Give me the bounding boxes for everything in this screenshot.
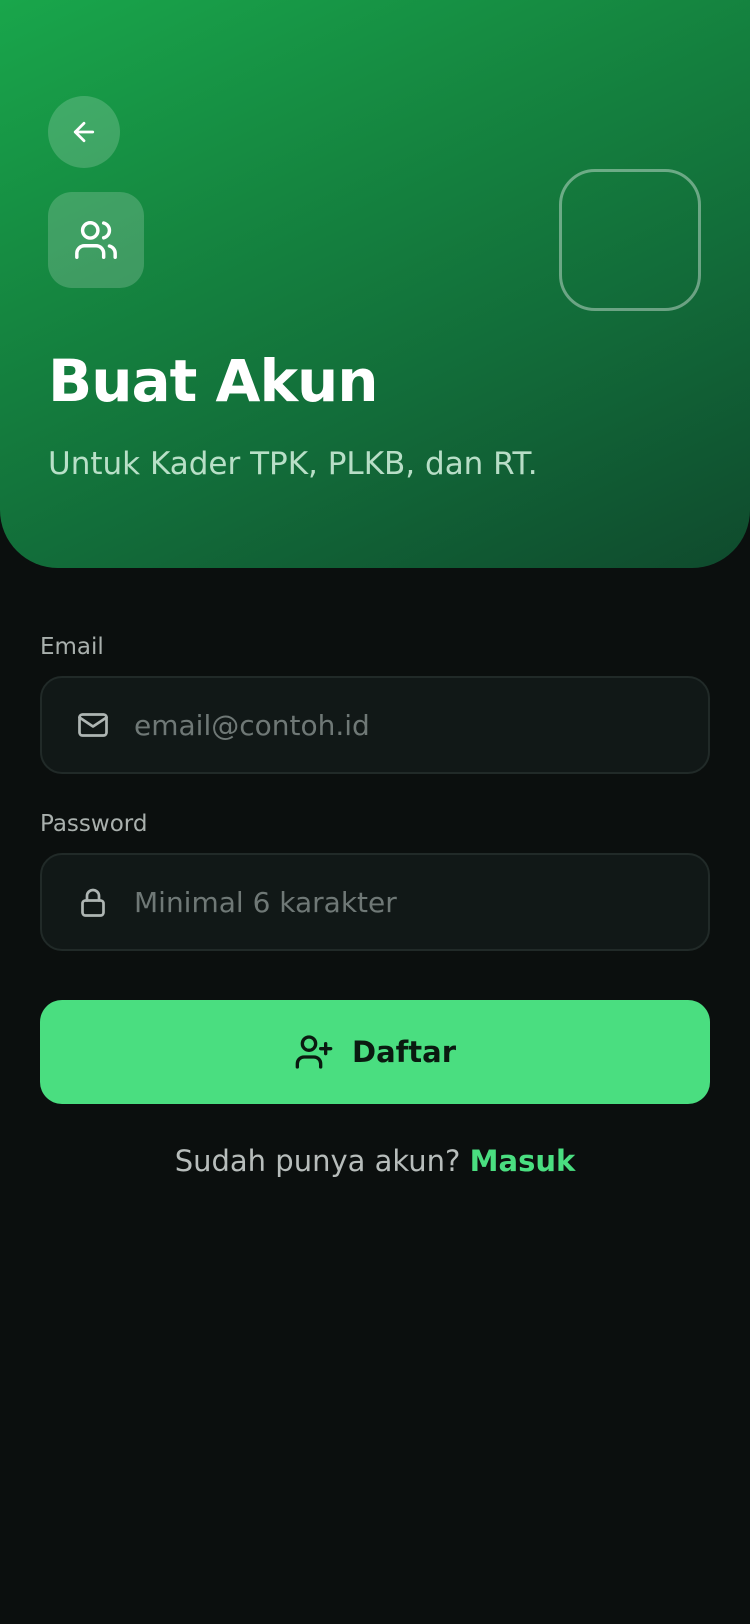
password-input[interactable]: [134, 872, 708, 932]
password-input-box[interactable]: [40, 853, 710, 951]
decorative-outline-square: [559, 169, 701, 311]
back-button[interactable]: [48, 96, 120, 168]
users-icon: [75, 221, 117, 259]
login-prompt-text: Sudah punya akun?: [174, 1144, 461, 1178]
register-screen: Buat Akun Untuk Kader TPK, PLKB, dan RT.…: [0, 0, 750, 1624]
email-label: Email: [40, 634, 104, 660]
register-form: Email Password: [40, 632, 710, 1178]
page-subtitle: Untuk Kader TPK, PLKB, dan RT.: [48, 446, 538, 482]
password-label: Password: [40, 811, 148, 837]
role-badge: [48, 192, 144, 288]
user-plus-icon: [295, 1035, 333, 1069]
password-field-group: Password: [40, 809, 710, 951]
header-banner: Buat Akun Untuk Kader TPK, PLKB, dan RT.: [0, 0, 750, 568]
login-link[interactable]: Masuk: [470, 1144, 576, 1178]
email-input-box[interactable]: [40, 676, 710, 774]
mail-icon: [74, 706, 112, 744]
register-button-label: Daftar: [352, 1035, 456, 1069]
arrow-left-icon: [73, 121, 95, 143]
login-prompt: Sudah punya akun? Masuk: [40, 1144, 710, 1178]
page-title: Buat Akun: [48, 347, 379, 415]
email-field-group: Email: [40, 632, 710, 774]
lock-icon: [74, 883, 112, 921]
register-button[interactable]: Daftar: [40, 1000, 710, 1104]
email-input[interactable]: [134, 695, 708, 755]
